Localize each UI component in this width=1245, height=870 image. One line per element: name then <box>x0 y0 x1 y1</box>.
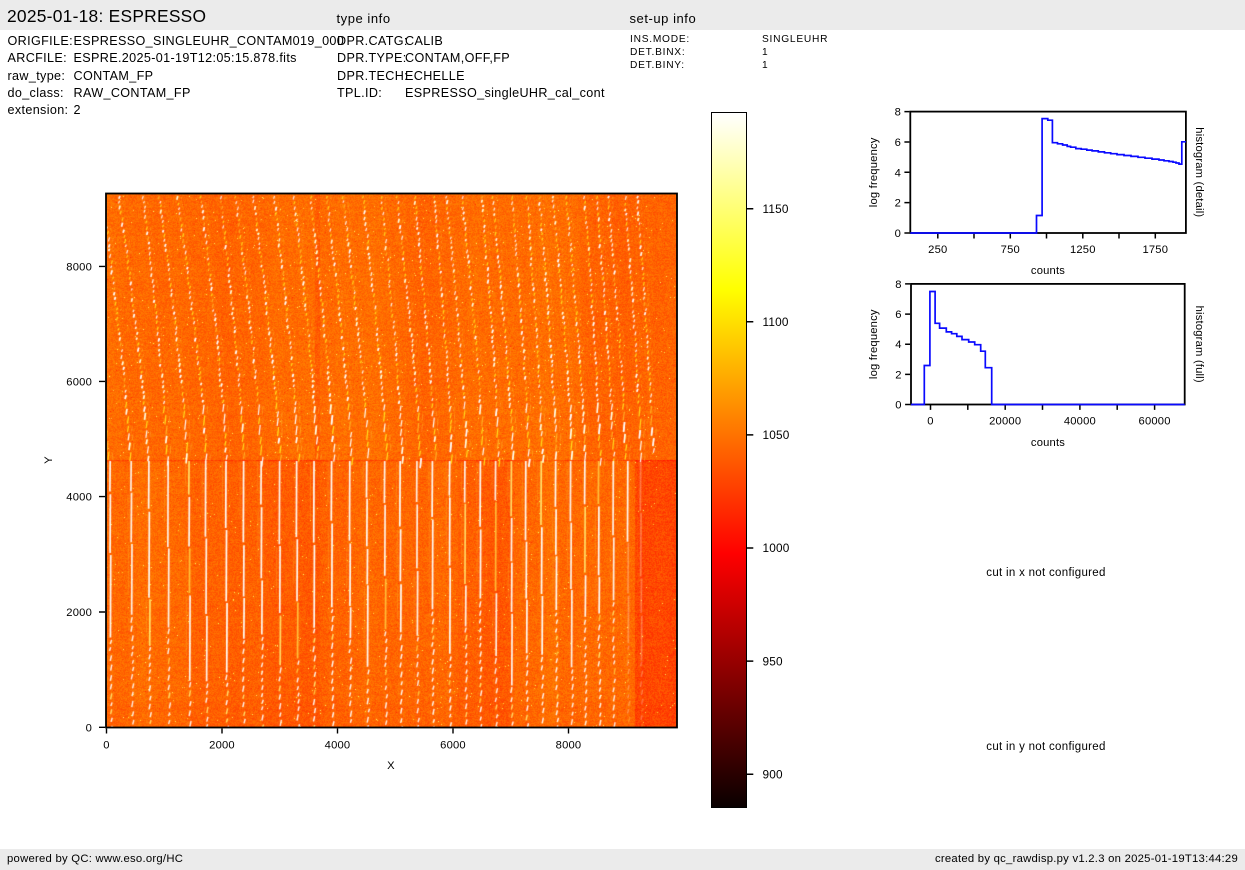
svg-text:0: 0 <box>927 416 933 428</box>
svg-text:8000: 8000 <box>556 740 582 752</box>
svg-text:250: 250 <box>928 244 947 256</box>
svg-text:2: 2 <box>895 369 901 381</box>
svg-text:60000: 60000 <box>1139 416 1171 428</box>
svg-text:Y: Y <box>43 456 55 464</box>
svg-text:4: 4 <box>895 167 901 179</box>
svg-text:0: 0 <box>86 722 92 734</box>
svg-text:0: 0 <box>895 400 901 412</box>
svg-text:8000: 8000 <box>66 261 92 273</box>
svg-text:6000: 6000 <box>66 376 92 388</box>
svg-text:900: 900 <box>763 767 784 781</box>
svg-text:4: 4 <box>895 339 901 351</box>
svg-text:950: 950 <box>763 654 784 668</box>
svg-text:X: X <box>387 760 395 772</box>
svg-text:1000: 1000 <box>763 541 790 555</box>
svg-text:counts: counts <box>1031 265 1065 277</box>
svg-text:4000: 4000 <box>325 740 351 752</box>
svg-text:6000: 6000 <box>440 740 466 752</box>
svg-text:0: 0 <box>103 740 109 752</box>
svg-text:log frequency: log frequency <box>868 309 880 379</box>
svg-text:1050: 1050 <box>763 428 790 442</box>
svg-text:8: 8 <box>895 107 901 119</box>
svg-text:log frequency: log frequency <box>868 137 880 207</box>
svg-text:1250: 1250 <box>1070 244 1096 256</box>
svg-text:histogram (full): histogram (full) <box>1193 306 1205 383</box>
svg-text:1750: 1750 <box>1142 244 1168 256</box>
svg-text:histogram (detail): histogram (detail) <box>1193 127 1205 217</box>
svg-text:20000: 20000 <box>989 416 1021 428</box>
svg-text:6: 6 <box>895 309 901 321</box>
svg-text:2000: 2000 <box>209 740 235 752</box>
svg-text:750: 750 <box>1001 244 1020 256</box>
svg-text:counts: counts <box>1031 437 1065 449</box>
svg-text:6: 6 <box>895 137 901 149</box>
svg-text:2000: 2000 <box>66 607 92 619</box>
svg-text:0: 0 <box>895 228 901 240</box>
svg-text:2: 2 <box>895 198 901 210</box>
svg-text:1150: 1150 <box>763 202 789 216</box>
svg-text:1100: 1100 <box>763 315 789 329</box>
svg-text:4000: 4000 <box>66 492 92 504</box>
svg-text:8: 8 <box>895 279 901 291</box>
svg-text:40000: 40000 <box>1064 416 1096 428</box>
